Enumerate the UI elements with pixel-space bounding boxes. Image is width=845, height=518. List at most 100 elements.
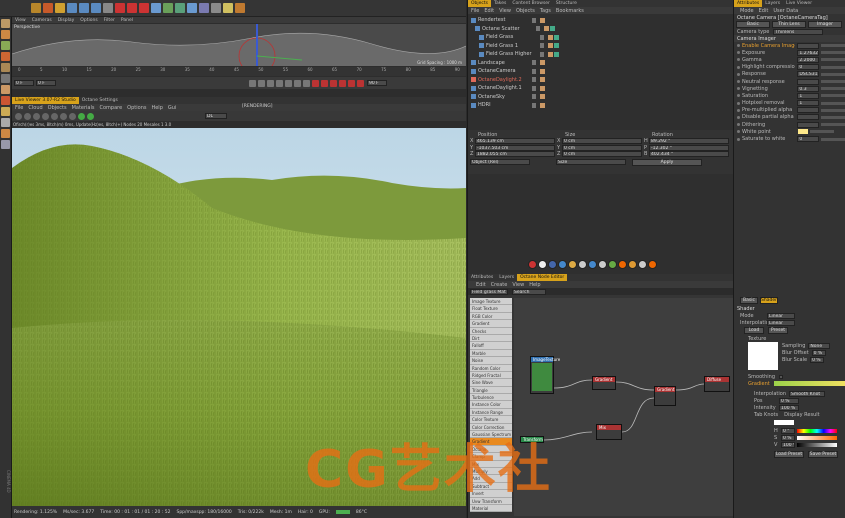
param-slider[interactable] (821, 137, 845, 141)
last-frame-icon[interactable] (303, 79, 310, 87)
pause-icon[interactable] (69, 112, 76, 120)
node-search-field[interactable]: Search (512, 288, 546, 295)
param-slider[interactable] (821, 44, 845, 48)
paint-icon[interactable] (1, 107, 10, 116)
render-settings-icon[interactable] (139, 3, 149, 13)
coord-value-field[interactable]: 0 cm (562, 144, 642, 151)
record-icon[interactable] (312, 79, 319, 87)
visibility-dots[interactable] (532, 85, 536, 91)
param-slider[interactable] (821, 58, 845, 62)
camera-type-select[interactable]: Thinlens (773, 28, 824, 35)
clay-icon[interactable] (24, 112, 31, 120)
object-tags[interactable] (540, 102, 545, 108)
om-menu-file[interactable]: File (471, 8, 479, 14)
knot-interp-select[interactable]: Smooth Knot (789, 390, 825, 397)
tag-icon[interactable] (540, 85, 545, 91)
edges-icon[interactable] (1, 52, 10, 61)
param-toggle[interactable] (737, 51, 740, 55)
param-toggle[interactable] (737, 58, 740, 62)
object-tags[interactable] (540, 68, 545, 74)
lock-icon[interactable] (51, 112, 58, 120)
param-slider[interactable] (821, 94, 845, 98)
param-value[interactable] (797, 42, 820, 49)
color-channel-value[interactable]: 100 % (781, 441, 795, 448)
apply-button[interactable]: Apply (632, 158, 702, 166)
material-thumb[interactable] (568, 260, 577, 269)
visibility-dots[interactable] (532, 60, 536, 66)
sampling-select[interactable]: None (808, 342, 831, 349)
tag-icon[interactable] (548, 43, 553, 49)
node-category-item[interactable]: Ridged Fractal (470, 371, 512, 380)
viewport-menu-view[interactable]: View (12, 17, 29, 24)
param-value[interactable]: DSCS315N R1.1 (797, 71, 820, 78)
param-value[interactable]: 0 (797, 136, 820, 143)
settings-icon[interactable] (15, 112, 22, 120)
lv-menu-cloud[interactable]: Cloud (28, 105, 42, 111)
cloner-icon[interactable] (187, 3, 197, 13)
material-thumb[interactable] (638, 260, 647, 269)
object-tags[interactable] (540, 94, 545, 100)
object-row[interactable]: Field Grass 1 (468, 42, 733, 51)
material-thumb[interactable] (558, 260, 567, 269)
ne-menu-create[interactable]: Create (491, 282, 508, 288)
param-toggle[interactable] (737, 130, 740, 134)
render-region-icon[interactable] (115, 3, 125, 13)
texture-preview[interactable] (748, 342, 778, 370)
shader-preset-button[interactable]: Preset (768, 327, 788, 334)
om-tab-1[interactable]: Takes (491, 0, 509, 7)
param-slider[interactable] (821, 51, 845, 55)
material-thumb[interactable] (608, 260, 617, 269)
tag-icon[interactable] (540, 94, 545, 100)
param-value[interactable]: 0 (797, 64, 820, 71)
tag-icon[interactable] (548, 34, 553, 40)
at-subtab-1[interactable]: Thin Lens (772, 21, 806, 28)
tag-icon[interactable] (544, 26, 549, 32)
material-thumb[interactable] (538, 260, 547, 269)
tag-icon[interactable] (554, 34, 559, 40)
node-category-item[interactable]: Random Color (470, 364, 512, 372)
node-category-item[interactable]: RGB Color (470, 312, 512, 321)
blur-scale-field[interactable]: 0 % (810, 356, 825, 363)
tag-icon[interactable] (548, 51, 553, 57)
object-tags[interactable] (540, 60, 545, 66)
object-row[interactable]: Octane Scatter (468, 25, 733, 34)
timeline-ruler[interactable]: 0 5 10 15 20 25 30 35 40 45 50 55 60 65 70 75 80 85 90 (12, 67, 466, 76)
intensity-field[interactable]: 100 % (779, 404, 799, 411)
grid-icon[interactable] (1, 140, 10, 149)
param-toggle[interactable] (737, 115, 740, 119)
visibility-dots[interactable] (532, 77, 536, 83)
om-menu-tags[interactable]: Tags (540, 8, 551, 14)
camera-icon[interactable] (211, 3, 221, 13)
coord-value-field[interactable]: 0 cm (562, 138, 642, 145)
object-row[interactable]: Rendertest (468, 16, 733, 25)
rot-key-icon[interactable] (348, 79, 355, 87)
node-category-item[interactable]: Image Texture (470, 298, 512, 306)
object-row[interactable]: Field Grass Higher (468, 50, 733, 59)
smoothing-checkbox[interactable] (779, 374, 784, 379)
node-category-item[interactable]: Falloff (470, 342, 512, 350)
node-category-item[interactable]: Marble (470, 349, 512, 358)
material-thumb[interactable] (628, 260, 637, 269)
object-row[interactable]: OctaneDaylight.2 (468, 76, 733, 85)
workplane-icon[interactable] (1, 118, 10, 127)
tag-icon[interactable] (540, 102, 545, 108)
bend-icon[interactable] (199, 3, 209, 13)
param-value[interactable]: 1.27632 (797, 49, 820, 56)
at-menu-0[interactable]: Mode (740, 8, 754, 14)
shader-tab-1[interactable]: Shader (760, 297, 778, 304)
tag-icon[interactable] (540, 68, 545, 74)
at-subtab-2[interactable]: Imager (808, 21, 842, 28)
tag-icon[interactable] (554, 51, 559, 57)
param-slider[interactable] (821, 108, 845, 112)
node-category-item[interactable]: Instance Color (470, 401, 512, 409)
tab-live-viewer[interactable]: Live Viewer 3.07-R2 Studio (12, 97, 79, 104)
tag-icon[interactable] (554, 43, 559, 49)
material-thumb[interactable] (578, 260, 587, 269)
visibility-dots[interactable] (532, 94, 536, 100)
coord-value-field[interactable]: -1037.503 cm (475, 144, 555, 151)
color-swatch[interactable] (774, 420, 794, 425)
param-slider[interactable] (821, 72, 845, 76)
at-tab-1[interactable]: Layers (762, 0, 783, 7)
node-image-texture[interactable]: ImageTexture (530, 356, 560, 394)
next-frame-icon[interactable] (285, 79, 292, 87)
